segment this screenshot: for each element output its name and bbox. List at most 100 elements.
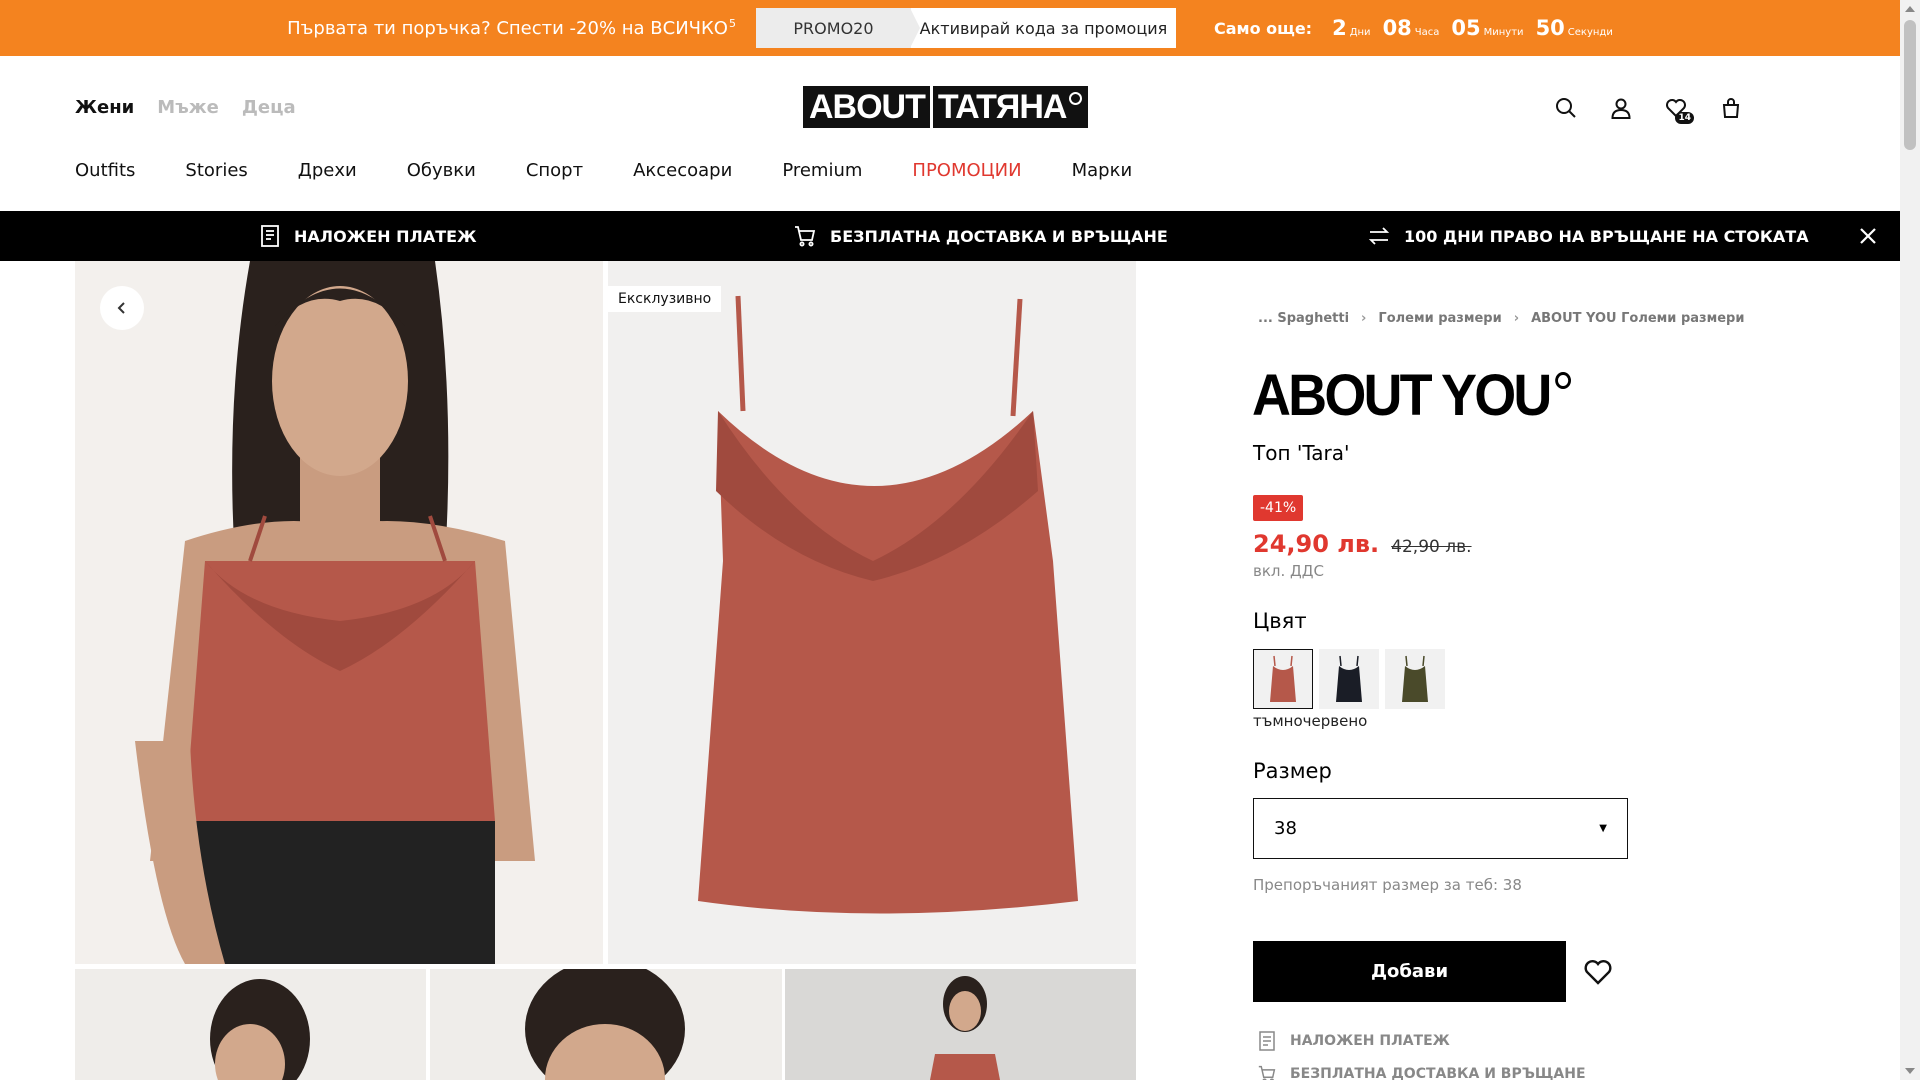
swatch-top-image xyxy=(1336,655,1362,702)
thumb-photo xyxy=(430,969,782,1080)
exchange-icon xyxy=(1368,227,1390,245)
logo-right-text: TATЯНА xyxy=(937,87,1068,126)
countdown-unit: Дни xyxy=(1349,27,1371,38)
top-photo xyxy=(608,261,1136,964)
swatch-top-image xyxy=(1270,655,1296,702)
cart-icon xyxy=(1258,1065,1276,1080)
nav-premium[interactable]: Premium xyxy=(782,160,862,181)
swatch-dark-red[interactable] xyxy=(1253,649,1313,709)
close-icon[interactable] xyxy=(1856,224,1880,248)
countdown-value: 05 xyxy=(1451,16,1481,40)
countdown-hours: 08 Часа xyxy=(1383,16,1440,40)
countdown-unit: Часа xyxy=(1414,27,1440,38)
brand-name: ABOUT YOU xyxy=(1252,363,1552,428)
tab-kids[interactable]: Деца xyxy=(242,97,296,118)
scroll-down-arrow[interactable] xyxy=(1905,1068,1915,1074)
tab-men[interactable]: Мъже xyxy=(157,97,219,118)
exclusive-badge: Ексклузивно xyxy=(608,286,722,312)
nav-clothing[interactable]: Дрехи xyxy=(298,160,357,181)
size-select[interactable]: 38 ▼ xyxy=(1253,798,1628,859)
scroll-up-arrow[interactable] xyxy=(1905,6,1915,12)
perk-label: БЕЗПЛАТНА ДОСТАВКА И ВРЪЩАНЕ xyxy=(1290,1066,1586,1080)
brand-circle xyxy=(1555,372,1571,389)
nav-sale[interactable]: ПРОМОЦИИ xyxy=(912,160,1021,181)
gallery-prev-button[interactable] xyxy=(100,286,144,330)
strip-cod-label: НАЛОЖЕН ПЛАТЕЖ xyxy=(294,226,477,246)
nav-stories[interactable]: Stories xyxy=(185,160,247,181)
site-logo[interactable]: ABOUT TATЯНА xyxy=(803,86,1089,128)
thumb-photo xyxy=(75,969,426,1080)
promo-code-box[interactable]: PROMO20 Активирай кода за промоция xyxy=(755,8,1176,48)
swatch-olive[interactable] xyxy=(1385,649,1445,709)
product-thumb-1[interactable] xyxy=(75,969,426,1080)
logo-divider xyxy=(929,86,933,128)
size-title: Размер xyxy=(1253,759,1332,783)
receipt-icon xyxy=(1259,1031,1275,1051)
promo-message: Първата ти поръчка? Спести -20% на ВСИЧК… xyxy=(287,17,728,39)
product-name: Топ 'Tara' xyxy=(1253,441,1350,465)
countdown-value: 50 xyxy=(1535,16,1565,40)
countdown-unit: Минути xyxy=(1483,27,1524,38)
countdown-label: Само още: xyxy=(1213,18,1313,38)
product-image-model[interactable] xyxy=(75,261,603,964)
size-value: 38 xyxy=(1274,818,1297,839)
perk-cod: НАЛОЖЕН ПЛАТЕЖ xyxy=(1258,1031,1450,1051)
price-original: 42,90 лв. xyxy=(1391,537,1472,557)
size-recommendation: Препоръчаният размер за теб: 38 xyxy=(1253,876,1522,894)
countdown-value: 2 xyxy=(1332,16,1347,40)
breadcrumb: ... Spaghetti › Големи размери › ABOUT Y… xyxy=(1258,311,1744,326)
bag-icon[interactable] xyxy=(1711,90,1751,126)
nav-shoes[interactable]: Обувки xyxy=(407,160,476,181)
countdown-unit: Секунди xyxy=(1567,27,1613,38)
promo-text: Първата ти поръчка? Спести -20% на ВСИЧК… xyxy=(287,18,736,39)
chevron-right-icon: › xyxy=(1513,311,1520,326)
countdown-seconds: 50 Секунди xyxy=(1536,16,1613,40)
price-current: 24,90 лв. xyxy=(1253,530,1380,558)
thumb-photo xyxy=(785,969,1136,1080)
wishlist-count-badge: 14 xyxy=(1675,112,1694,124)
perk-label: НАЛОЖЕН ПЛАТЕЖ xyxy=(1290,1033,1450,1049)
scroll-thumb[interactable] xyxy=(1904,20,1916,150)
strip-free-delivery-label: БЕЗПЛАТНА ДОСТАВКА И ВРЪЩАНЕ xyxy=(830,226,1168,246)
promo-code[interactable]: PROMO20 xyxy=(755,8,911,48)
breadcrumb-item[interactable]: ABOUT YOU Големи размери xyxy=(1531,311,1744,326)
activate-code-button[interactable]: Активирай кода за промоция xyxy=(909,8,1176,48)
gender-tabs: Жени Мъже Деца xyxy=(75,97,319,118)
breadcrumb-item[interactable]: ... Spaghetti xyxy=(1258,311,1349,326)
model-photo xyxy=(75,261,603,964)
info-strip: НАЛОЖЕН ПЛАТЕЖ БЕЗПЛАТНА ДОСТАВКА И ВРЪЩ… xyxy=(0,211,1900,261)
page-scrollbar[interactable] xyxy=(1900,0,1920,1080)
tab-women[interactable]: Жени xyxy=(75,97,134,118)
logo-circle xyxy=(1069,91,1083,105)
heart-icon[interactable] xyxy=(1581,955,1615,989)
nav-accessories[interactable]: Аксесоари xyxy=(633,160,732,181)
perk-free-delivery: БЕЗПЛАТНА ДОСТАВКА И ВРЪЩАНЕ xyxy=(1258,1065,1586,1080)
promo-bar: Първата ти поръчка? Спести -20% на ВСИЧК… xyxy=(0,0,1900,56)
countdown-days: 2 Дни xyxy=(1332,16,1370,40)
promo-footnote: 5 xyxy=(728,16,736,30)
swatch-navy[interactable] xyxy=(1319,649,1379,709)
countdown-value: 08 xyxy=(1382,16,1412,40)
logo-left-text: ABOUT xyxy=(809,87,926,126)
product-image-packshot[interactable]: Ексклузивно xyxy=(608,261,1136,964)
user-icon[interactable] xyxy=(1601,90,1641,126)
countdown-minutes: 05 Минути xyxy=(1451,16,1523,40)
search-icon[interactable] xyxy=(1546,90,1586,126)
add-to-bag-button[interactable]: Добави xyxy=(1253,941,1566,1002)
brand-logo[interactable]: ABOUT YOU xyxy=(1252,362,1571,429)
price: 24,90 лв. 42,90 лв. xyxy=(1253,530,1472,558)
wishlist-icon[interactable]: 14 xyxy=(1656,90,1696,126)
color-swatches xyxy=(1253,649,1451,709)
nav-brands[interactable]: Марки xyxy=(1072,160,1133,181)
main-navigation: Outfits Stories Дрехи Обувки Спорт Аксес… xyxy=(75,160,1182,181)
breadcrumb-item[interactable]: Големи размери xyxy=(1378,311,1501,326)
strip-returns-label: 100 ДНИ ПРАВО НА ВРЪЩАНЕ НА СТОКАТА xyxy=(1404,226,1809,246)
chevron-left-icon xyxy=(117,302,125,314)
product-thumb-3[interactable] xyxy=(785,969,1136,1080)
strip-free-delivery: БЕЗПЛАТНА ДОСТАВКА И ВРЪЩАНЕ xyxy=(794,211,1168,261)
strip-returns: 100 ДНИ ПРАВО НА ВРЪЩАНЕ НА СТОКАТА xyxy=(1368,211,1809,261)
nav-sport[interactable]: Спорт xyxy=(526,160,583,181)
product-thumb-2[interactable] xyxy=(430,969,782,1080)
color-title: Цвят xyxy=(1253,609,1307,633)
nav-outfits[interactable]: Outfits xyxy=(75,160,135,181)
